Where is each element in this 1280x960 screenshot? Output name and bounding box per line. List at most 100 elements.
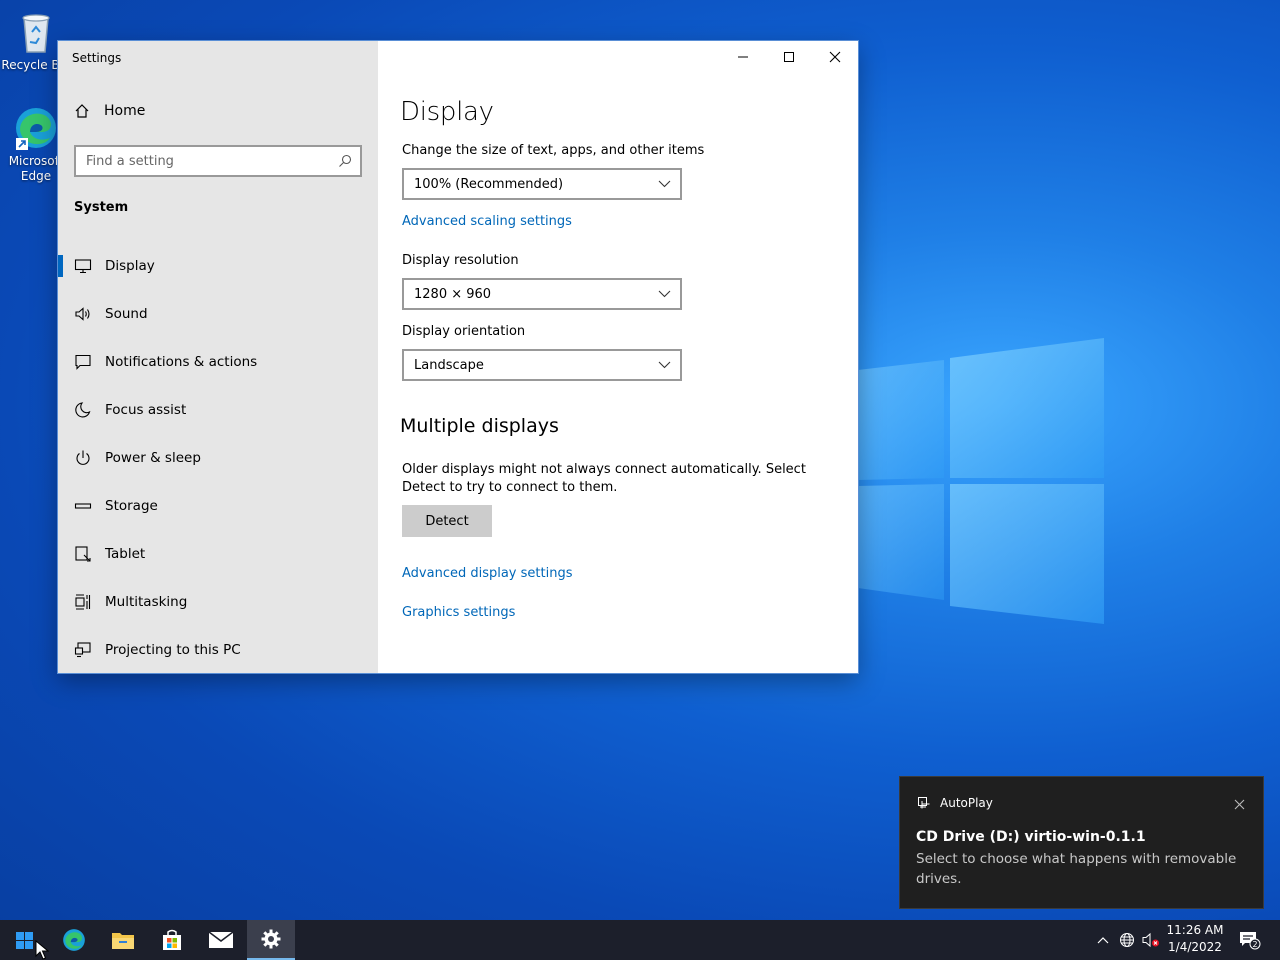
autoplay-notification[interactable]: AutoPlay CD Drive (D:) virtio-win-0.1.1 … — [900, 777, 1263, 908]
clock-date: 1/4/2022 — [1168, 940, 1222, 954]
orientation-value: Landscape — [414, 357, 484, 373]
close-icon — [829, 51, 841, 63]
toast-app-header: AutoPlay — [917, 796, 993, 810]
close-button[interactable] — [812, 41, 858, 73]
taskbar-store[interactable] — [148, 920, 196, 960]
sidebar-item-label: Notifications & actions — [105, 354, 258, 370]
sidebar-item-label: Sound — [105, 306, 148, 322]
sidebar-item-notifications[interactable]: Notifications & actions — [58, 338, 378, 386]
sidebar-item-label: Tablet — [105, 546, 146, 562]
taskbar-edge[interactable] — [50, 920, 98, 960]
moon-icon — [75, 402, 91, 418]
nav-list: Display Sound Notifications & actions Fo… — [58, 242, 378, 673]
close-icon — [1234, 799, 1245, 810]
window-title: Settings — [72, 51, 122, 65]
power-icon — [76, 450, 90, 465]
sidebar-item-projecting[interactable]: Projecting to this PC — [58, 626, 378, 673]
drive-icon — [74, 503, 92, 509]
sidebar-item-focus-assist[interactable]: Focus assist — [58, 386, 378, 434]
home-label: Home — [104, 103, 146, 119]
minimize-button[interactable] — [720, 41, 766, 73]
graphics-settings-link[interactable]: Graphics settings — [402, 605, 515, 620]
multiple-displays-description: Older displays might not always connect … — [402, 462, 806, 495]
chevron-down-icon — [658, 180, 671, 188]
message-icon — [75, 354, 91, 370]
taskbar-clock[interactable]: 11:26 AM 1/4/2022 — [1160, 922, 1230, 956]
detect-button[interactable]: Detect — [402, 505, 492, 537]
folder-icon — [112, 933, 134, 949]
resolution-value: 1280 × 960 — [414, 286, 492, 302]
action-center-button[interactable]: 2 — [1234, 920, 1266, 960]
sidebar-item-label: Focus assist — [105, 402, 187, 418]
sidebar-item-power-sleep[interactable]: Power & sleep — [58, 434, 378, 482]
mouse-cursor-icon — [35, 940, 49, 960]
sidebar-item-label: Power & sleep — [105, 450, 201, 466]
toast-app-name: AutoPlay — [940, 796, 993, 810]
maximize-button[interactable] — [766, 41, 812, 73]
resolution-label: Display resolution — [402, 253, 519, 268]
sidebar-item-label: Storage — [105, 498, 158, 514]
chevron-up-icon — [1097, 937, 1109, 944]
sidebar-item-tablet[interactable]: Tablet — [58, 530, 378, 578]
resolution-dropdown[interactable]: 1280 × 960 — [402, 278, 682, 310]
multitasking-icon — [75, 594, 91, 610]
desktop-icon-label: Microsoft Edge — [8, 154, 64, 183]
volume-muted-icon — [1142, 932, 1159, 948]
monitor-icon — [74, 259, 92, 274]
gear-icon — [261, 929, 281, 949]
search-box[interactable] — [74, 145, 362, 177]
tray-network[interactable] — [1116, 920, 1138, 960]
chevron-down-icon — [658, 290, 671, 298]
projector-icon — [74, 642, 91, 658]
search-icon — [339, 154, 352, 167]
toast-close-button[interactable] — [1234, 795, 1245, 814]
tablet-icon — [75, 546, 91, 562]
scale-dropdown[interactable]: 100% (Recommended) — [402, 168, 682, 200]
windows-wallpaper-logo — [858, 338, 1104, 624]
sidebar-item-label: Multitasking — [105, 594, 188, 610]
autoplay-icon — [918, 797, 930, 809]
orientation-dropdown[interactable]: Landscape — [402, 349, 682, 381]
toast-title: CD Drive (D:) virtio-win-0.1.1 — [916, 829, 1146, 845]
scale-label: Change the size of text, apps, and other… — [402, 143, 705, 158]
recycle-bin-icon — [22, 14, 50, 53]
notification-count: 2 — [1252, 940, 1257, 949]
multiple-displays-heading: Multiple displays — [400, 415, 559, 437]
edge-icon — [63, 929, 85, 951]
sidebar-item-label: Projecting to this PC — [105, 642, 241, 658]
orientation-label: Display orientation — [402, 324, 526, 339]
sidebar-item-label: Display — [105, 258, 155, 274]
home-icon — [75, 104, 89, 118]
store-icon — [163, 929, 181, 950]
settings-window: Settings Home System Display Sound — [58, 41, 858, 673]
taskbar-file-explorer[interactable] — [99, 920, 147, 960]
search-input[interactable] — [76, 153, 326, 169]
notification-center-icon: 2 — [1240, 932, 1261, 950]
scale-value: 100% (Recommended) — [414, 176, 564, 192]
taskbar-settings[interactable] — [247, 920, 295, 960]
sidebar: Settings Home System Display Sound — [58, 41, 378, 673]
page-title: Display — [400, 97, 494, 127]
sidebar-item-storage[interactable]: Storage — [58, 482, 378, 530]
sidebar-item-multitasking[interactable]: Multitasking — [58, 578, 378, 626]
toast-body: Select to choose what happens with remov… — [916, 851, 1237, 887]
globe-icon — [1120, 933, 1134, 947]
mail-icon — [208, 931, 234, 948]
advanced-scaling-link[interactable]: Advanced scaling settings — [402, 214, 572, 229]
clock-time: 11:26 AM — [1166, 923, 1224, 937]
advanced-display-link[interactable]: Advanced display settings — [402, 566, 572, 581]
tray-show-hidden-icons[interactable] — [1092, 920, 1114, 960]
tray-volume[interactable] — [1140, 920, 1162, 960]
minimize-icon — [738, 56, 748, 58]
sidebar-item-display[interactable]: Display — [58, 242, 378, 290]
edge-icon — [16, 108, 56, 150]
chevron-down-icon — [658, 361, 671, 369]
taskbar: 11:26 AM 1/4/2022 2 — [0, 920, 1280, 960]
speaker-icon — [75, 307, 90, 321]
windows-start-icon — [15, 931, 33, 949]
home-link[interactable]: Home — [74, 103, 145, 119]
section-label: System — [74, 200, 129, 215]
taskbar-mail[interactable] — [197, 920, 245, 960]
maximize-icon — [784, 52, 794, 62]
sidebar-item-sound[interactable]: Sound — [58, 290, 378, 338]
